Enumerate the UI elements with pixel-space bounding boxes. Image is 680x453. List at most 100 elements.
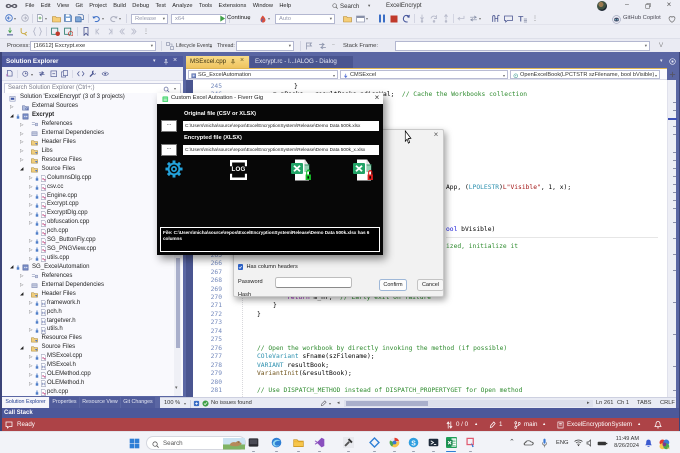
stack-frame-dropdown[interactable]: ▾ [395, 41, 650, 51]
notification-bell-icon[interactable] [654, 420, 662, 429]
tree-item-external-dependencies[interactable]: ▷ External Dependencies [2, 129, 183, 138]
menu-edit[interactable]: Edit [38, 0, 54, 12]
lifecycle-events-label[interactable]: Lifecycle Events [176, 43, 212, 49]
battery-icon[interactable] [597, 440, 608, 447]
swap-icon[interactable] [469, 15, 478, 22]
tree-item-obfuscation-cpp[interactable]: ▷ obfuscation.cpp [2, 219, 183, 228]
browse-original-button[interactable]: ... [161, 119, 177, 132]
hscroll-thumb[interactable] [346, 401, 428, 406]
menu-debug[interactable]: Debug [129, 0, 152, 12]
microphone-icon[interactable] [541, 438, 548, 448]
sync-selection-icon[interactable] [38, 70, 46, 78]
expand-arrow-icon[interactable]: ▷ [29, 220, 33, 226]
expand-arrow-icon[interactable]: ▷ [20, 273, 24, 279]
tool-tab-solution-explorer[interactable]: Solution Explorer [2, 397, 49, 408]
tree-item-resource-files[interactable]: ▷ Resource Files [2, 156, 183, 165]
feedback-icon[interactable] [5, 421, 13, 429]
stop-icon[interactable] [390, 15, 398, 23]
onedrive-icon[interactable] [523, 439, 534, 447]
tree-item-sg-buttonfly-cpp[interactable]: ▷ SG_ButtonFly.cpp [2, 236, 183, 245]
expand-arrow-icon[interactable]: ▷ [29, 247, 33, 253]
navigate-back-icon[interactable] [5, 14, 13, 22]
menu-view[interactable]: View [54, 0, 73, 12]
open-folder-icon[interactable] [52, 15, 61, 23]
view-code-icon[interactable] [77, 70, 85, 78]
configuration-dropdown[interactable]: Release ▾ [131, 13, 168, 24]
expand-arrow-icon[interactable]: ▷ [29, 363, 33, 369]
expand-arrow-icon[interactable]: ▷ [20, 139, 24, 145]
settings-gear-icon[interactable] [165, 160, 183, 178]
expand-arrow-icon[interactable]: ▷ [29, 354, 33, 360]
expand-arrow-icon[interactable]: ▷ [29, 300, 33, 306]
tree-item-external-dependencies[interactable]: ▷ External Dependencies [2, 281, 183, 290]
menu-git[interactable]: Git [72, 0, 86, 12]
filter-caret[interactable]: ▾ [31, 72, 33, 77]
pencil-caret[interactable]: ▾ [329, 401, 331, 406]
new-file-icon[interactable] [36, 14, 44, 22]
app-pink-tool-icon[interactable] [465, 437, 476, 448]
tree-item-pch-cpp[interactable]: pch.cpp [2, 227, 183, 236]
expand-arrow-icon[interactable]: ▷ [20, 122, 24, 128]
menu-analyze[interactable]: Analyze [169, 0, 196, 12]
app-excel-icon[interactable] [445, 437, 457, 448]
app-blue-diamond-icon[interactable] [368, 437, 380, 448]
excel-unlocked-icon[interactable] [287, 158, 313, 181]
hot-reload-icon[interactable] [259, 15, 267, 24]
tree-item-olemethod-h[interactable]: ▷ OLEMethod.h [2, 379, 183, 388]
app-powershell-icon[interactable] [428, 437, 439, 448]
app-gavel-icon[interactable] [342, 437, 354, 448]
tab-list-caret[interactable]: ▾ [660, 58, 663, 64]
expand-arrow-icon[interactable]: ▷ [10, 104, 14, 110]
tab-msexcel-cpp[interactable]: MSExcel.cpp × [186, 56, 249, 68]
search-caret[interactable]: ▾ [174, 86, 176, 91]
tree-item-header-files[interactable]: ▷ Header Files [2, 138, 183, 147]
tree-item-libs[interactable]: ▷ Libs [2, 147, 183, 156]
maximize-button[interactable] [641, 0, 655, 11]
tool-tab-properties[interactable]: Properties [50, 397, 79, 408]
tray-chevron-icon[interactable]: ⌃ [509, 438, 515, 446]
tree-item-references[interactable]: ▷ References [2, 272, 183, 281]
tree-item-msexcel-h[interactable]: ▷ MSExcel.h [2, 361, 183, 370]
process-dropdown[interactable]: [16612] Excrypt.exe ▾ [30, 41, 156, 51]
panel-menu-caret[interactable]: ▾ [153, 56, 156, 67]
tree-item-excrypt[interactable]: ◢ Excrypt [2, 111, 183, 120]
pin-icon[interactable] [230, 59, 236, 65]
breakpoint-window-icon[interactable] [51, 27, 60, 36]
folder-history-icon[interactable] [343, 15, 352, 23]
promote-tab-icon[interactable] [669, 58, 676, 65]
collapse-arrow-icon[interactable]: ◢ [20, 345, 24, 351]
expand-arrow-icon[interactable]: ▷ [29, 202, 33, 208]
speaker-icon[interactable] [586, 439, 594, 447]
windows-start-icon[interactable] [129, 438, 140, 449]
close-button[interactable]: × [662, 0, 676, 11]
expand-arrow-icon[interactable]: ▷ [29, 193, 33, 199]
app-chrome-icon[interactable] [389, 437, 400, 448]
cancel-button[interactable]: Cancel [417, 279, 444, 291]
taskbar-search-pill[interactable]: Search [146, 436, 246, 450]
encrypted-file-input[interactable]: C:\Users\micha\source\repos\ExcelEncrypt… [183, 145, 379, 155]
tree-item-pch-h[interactable]: ▷ pch.h [2, 308, 183, 317]
minimize-button[interactable]: – [620, 0, 634, 11]
collapse-arrow-icon[interactable]: ◢ [10, 113, 14, 119]
expand-arrow-icon[interactable]: ▷ [29, 372, 33, 378]
show-threads-icon[interactable] [318, 42, 327, 50]
edits-count[interactable]: 1 [499, 421, 502, 428]
browse-encrypted-button[interactable]: ... [161, 143, 177, 156]
dialog-close-button[interactable]: × [430, 130, 442, 140]
log-icon[interactable]: LOG [230, 160, 247, 180]
confirm-button[interactable]: Confirm [379, 279, 407, 291]
expand-arrow-icon[interactable]: ▷ [20, 282, 24, 288]
navigate-forward-icon[interactable] [21, 14, 29, 22]
menu-build[interactable]: Build [110, 0, 129, 12]
expand-arrow-icon[interactable]: ▷ [29, 175, 33, 181]
tree-item-external-sources[interactable]: ▷ External Sources [2, 102, 183, 111]
return-icon[interactable] [457, 15, 465, 22]
expand-arrow-icon[interactable]: ▷ [29, 184, 33, 190]
tree-item-header-files[interactable]: ◢ Header Files [2, 290, 183, 299]
tree-item-columnsdlg-cpp[interactable]: ▷ ColumnsDlg.cpp [2, 174, 183, 183]
tree-item-utils-h[interactable]: ▷ utils.h [2, 326, 183, 335]
avatar[interactable] [597, 1, 607, 11]
tree-item-targetver-h[interactable]: targetver.h [2, 317, 183, 326]
expand-arrow-icon[interactable]: ▷ [29, 327, 33, 333]
titlebar-search[interactable]: Search ▾ [330, 1, 378, 11]
